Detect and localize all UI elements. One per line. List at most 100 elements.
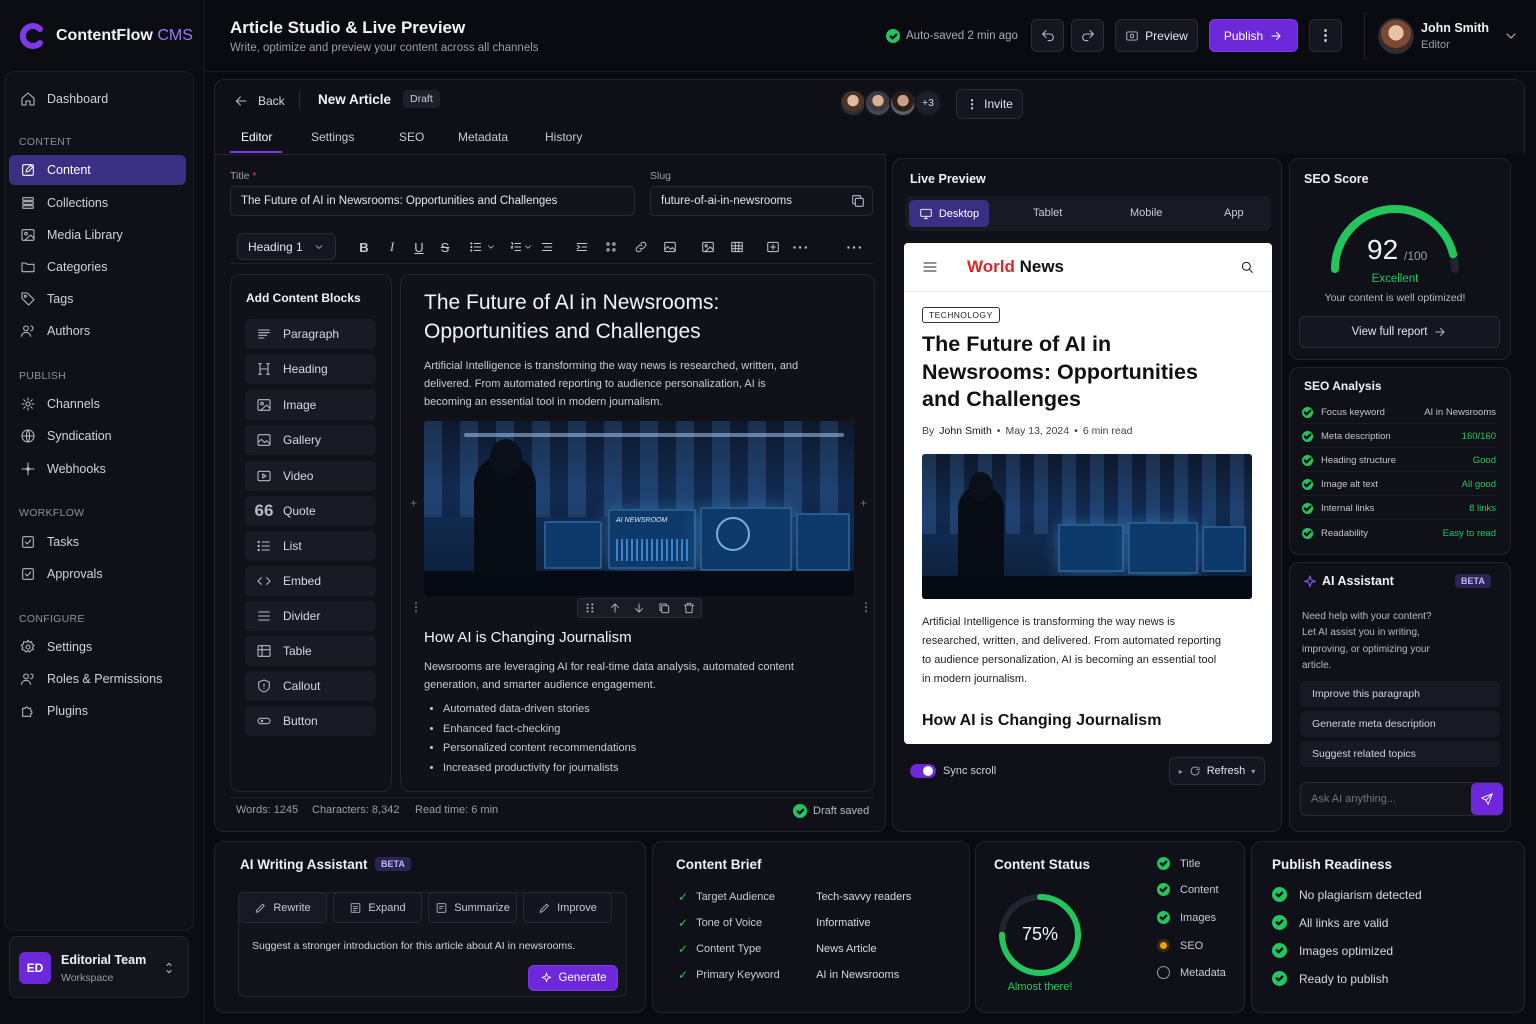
- duplicate-icon[interactable]: [657, 601, 671, 615]
- block-callout[interactable]: Callout: [245, 671, 376, 701]
- site-logo[interactable]: World News: [967, 257, 1064, 277]
- hamburger-icon[interactable]: [920, 258, 940, 276]
- slug-input[interactable]: future-of-ai-in-newsrooms: [650, 186, 873, 216]
- ai-suggestion-button[interactable]: Improve this paragraph: [1300, 681, 1500, 707]
- ai-suggestion-button[interactable]: Generate meta description: [1300, 711, 1500, 737]
- block-type-select[interactable]: Heading 1: [237, 233, 336, 260]
- view-full-report-button[interactable]: View full report: [1299, 316, 1500, 348]
- nav-dashboard[interactable]: Dashboard: [9, 84, 186, 114]
- overflow-button[interactable]: ···: [846, 238, 864, 256]
- blocks-button[interactable]: [602, 238, 620, 256]
- generate-button[interactable]: Generate: [528, 965, 618, 991]
- block-divider[interactable]: Divider: [245, 601, 376, 631]
- block-menu-right[interactable]: ⋮: [860, 600, 872, 614]
- image-button[interactable]: [699, 238, 717, 256]
- ai-tab-rewrite[interactable]: Rewrite: [238, 892, 327, 923]
- more-menu-button[interactable]: ⋮: [1309, 19, 1342, 52]
- nav-syndication[interactable]: Syndication: [9, 421, 186, 451]
- tab-history[interactable]: History: [545, 130, 582, 144]
- redo-button[interactable]: [1071, 19, 1104, 52]
- copy-icon[interactable]: [849, 192, 867, 210]
- block-gallery[interactable]: Gallery: [245, 425, 376, 455]
- block-embed[interactable]: Embed: [245, 566, 376, 596]
- block-paragraph[interactable]: Paragraph: [245, 319, 376, 349]
- byline-author[interactable]: John Smith: [939, 425, 992, 437]
- article-bullet-list[interactable]: Automated data-driven stories Enhanced f…: [443, 700, 636, 779]
- nav-approvals[interactable]: Approvals: [9, 559, 186, 589]
- article-image[interactable]: AI NEWSROOM: [424, 421, 854, 596]
- tab-seo[interactable]: SEO: [399, 130, 424, 144]
- nav-media-library[interactable]: Media Library: [9, 220, 186, 250]
- device-mobile[interactable]: Mobile: [1130, 207, 1162, 219]
- tab-metadata[interactable]: Metadata: [458, 130, 508, 144]
- insert-right-handle[interactable]: +: [860, 496, 867, 510]
- nav-plugins[interactable]: Plugins: [9, 696, 186, 726]
- device-desktop[interactable]: Desktop: [909, 200, 989, 227]
- sync-scroll-toggle[interactable]: [910, 764, 936, 778]
- preview-button[interactable]: Preview: [1115, 19, 1198, 52]
- nav-channels[interactable]: Channels: [9, 389, 186, 419]
- article-heading[interactable]: The Future of AI in Newsrooms: Opportuni…: [424, 288, 844, 346]
- block-button[interactable]: Button: [245, 706, 376, 736]
- block-table[interactable]: Table: [245, 636, 376, 666]
- block-menu-left[interactable]: ⋮: [410, 600, 422, 614]
- bullet-list-dropdown[interactable]: [486, 238, 496, 256]
- ai-suggestion-button[interactable]: Suggest related topics: [1300, 741, 1500, 767]
- drag-handle-icon[interactable]: [583, 601, 597, 615]
- title-input[interactable]: The Future of AI in Newsrooms: Opportuni…: [230, 186, 635, 216]
- numbered-list-dropdown[interactable]: [523, 238, 533, 256]
- embed-button[interactable]: [764, 238, 782, 256]
- ai-tab-summarize[interactable]: Summarize: [428, 892, 517, 923]
- ai-send-button[interactable]: [1471, 783, 1503, 815]
- indent-button[interactable]: [573, 238, 591, 256]
- nav-collections[interactable]: Collections: [9, 188, 186, 218]
- nav-tasks[interactable]: Tasks: [9, 527, 186, 557]
- user-avatar[interactable]: [1378, 18, 1414, 54]
- nav-content[interactable]: Content: [9, 155, 186, 185]
- table-button[interactable]: [728, 238, 746, 256]
- tab-settings[interactable]: Settings: [311, 130, 354, 144]
- device-tablet[interactable]: Tablet: [1033, 207, 1062, 219]
- nav-categories[interactable]: Categories: [9, 252, 186, 282]
- reorder-icon[interactable]: [632, 601, 646, 615]
- bold-button[interactable]: B: [355, 238, 373, 256]
- block-list[interactable]: List: [245, 531, 376, 561]
- nav-settings[interactable]: Settings: [9, 632, 186, 662]
- nav-roles[interactable]: Roles & Permissions: [9, 664, 186, 694]
- more-tools-button[interactable]: ···: [792, 238, 810, 256]
- invite-button[interactable]: ⋮ Invite: [956, 89, 1023, 119]
- insert-left-handle[interactable]: +: [410, 496, 417, 510]
- block-video[interactable]: Video: [245, 461, 376, 491]
- nav-tags[interactable]: Tags: [9, 284, 186, 314]
- strikethrough-button[interactable]: S: [436, 238, 454, 256]
- ai-writing-prompt[interactable]: Suggest a stronger introduction for this…: [252, 940, 622, 952]
- collaborators-more[interactable]: +3: [914, 89, 942, 117]
- nav-webhooks[interactable]: Webhooks: [9, 454, 186, 484]
- category-tag[interactable]: TECHNOLOGY: [922, 307, 1000, 323]
- media-button[interactable]: [661, 238, 679, 256]
- ai-ask-input[interactable]: [1301, 783, 1469, 815]
- link-button[interactable]: [632, 238, 650, 256]
- workspace-switcher[interactable]: ED Editorial Team Workspace: [9, 936, 189, 998]
- block-heading[interactable]: Heading: [245, 354, 376, 384]
- chevron-down-icon[interactable]: [1502, 27, 1520, 45]
- underline-button[interactable]: U: [410, 238, 428, 256]
- article-intro[interactable]: Artificial Intelligence is transforming …: [424, 357, 800, 411]
- app-logo[interactable]: ContentFlow CMS: [18, 22, 193, 50]
- ai-tab-expand[interactable]: Expand: [333, 892, 422, 923]
- italic-button[interactable]: I: [383, 238, 401, 256]
- article-subheading[interactable]: How AI is Changing Journalism: [424, 629, 632, 646]
- back-button[interactable]: Back: [232, 92, 285, 110]
- move-up-icon[interactable]: [608, 601, 622, 615]
- nav-authors[interactable]: Authors: [9, 316, 186, 346]
- block-quote[interactable]: 66 Quote: [245, 496, 376, 526]
- trash-icon[interactable]: [682, 601, 696, 615]
- block-image[interactable]: Image: [245, 390, 376, 420]
- publish-button[interactable]: Publish: [1209, 19, 1298, 52]
- search-icon[interactable]: [1238, 258, 1256, 276]
- refresh-button[interactable]: ▸ Refresh ▾: [1169, 757, 1265, 785]
- device-app[interactable]: App: [1224, 207, 1244, 219]
- undo-button[interactable]: [1031, 19, 1064, 52]
- tab-editor[interactable]: Editor: [241, 130, 272, 144]
- ai-tab-improve[interactable]: Improve: [523, 892, 612, 923]
